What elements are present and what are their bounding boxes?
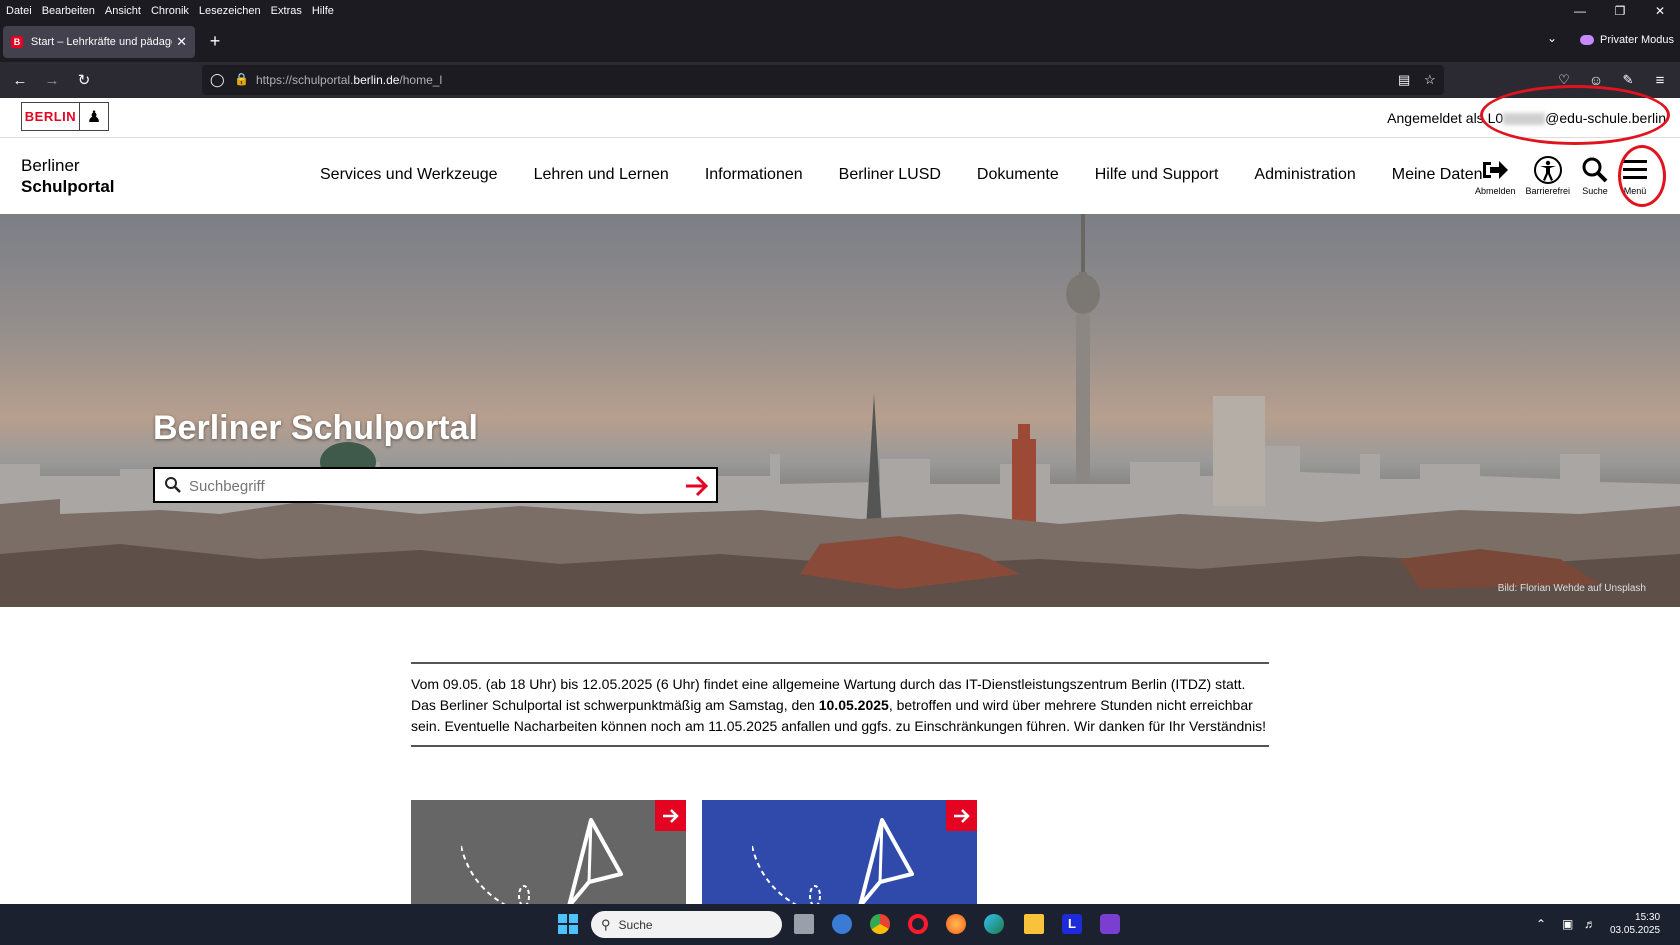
menu-bearbeiten[interactable]: Bearbeiten xyxy=(42,5,95,17)
search-button[interactable]: Suche xyxy=(1580,156,1610,196)
close-window-icon[interactable]: ✕ xyxy=(1640,0,1680,22)
edge-icon[interactable] xyxy=(984,914,1004,934)
nav-services[interactable]: Services und Werkzeuge xyxy=(320,166,498,184)
site-title-line1: Berliner xyxy=(21,156,80,175)
reader-view-icon[interactable]: ▤ xyxy=(1398,72,1410,88)
bookmark-star-icon[interactable]: ☆ xyxy=(1424,72,1436,88)
url-bar[interactable]: ◯ 🔒 https://schulportal.berlin.de/home_l… xyxy=(202,65,1444,95)
tray-chevron-icon[interactable]: ⌃ xyxy=(1536,917,1546,931)
hamburger-browser-icon[interactable]: ≡ xyxy=(1648,68,1672,92)
search-icon xyxy=(1582,157,1608,183)
url-text[interactable]: https://schulportal.berlin.de/home_l xyxy=(256,73,442,87)
berlin-logo[interactable]: BERLIN ♟ xyxy=(21,102,109,131)
lusd-app-icon[interactable]: L xyxy=(1062,914,1082,934)
reload-icon[interactable]: ↻ xyxy=(72,68,96,92)
accessibility-button[interactable]: Barrierefrei xyxy=(1525,156,1571,196)
paper-plane-icon xyxy=(752,818,914,904)
tab-close-icon[interactable]: ✕ xyxy=(176,34,187,50)
restore-icon[interactable]: ❐ xyxy=(1600,0,1640,22)
back-icon[interactable]: ← xyxy=(8,68,32,92)
site-title[interactable]: Berliner Schulportal xyxy=(21,155,115,197)
private-mode-indicator: Privater Modus xyxy=(1580,34,1674,46)
teaser-card-2[interactable] xyxy=(702,800,977,904)
opera-icon[interactable] xyxy=(908,914,928,934)
taskbar-search-label: Suche xyxy=(618,917,653,932)
browser-menubar: Datei Bearbeiten Ansicht Chronik Lesezei… xyxy=(0,0,1680,22)
nav-dokumente[interactable]: Dokumente xyxy=(977,166,1059,184)
nav-administration[interactable]: Administration xyxy=(1254,166,1355,184)
menu-extras[interactable]: Extras xyxy=(271,5,302,17)
search-submit-arrow-icon[interactable] xyxy=(684,474,710,498)
private-mask-icon xyxy=(1580,35,1594,45)
menu-datei[interactable]: Datei xyxy=(6,5,32,17)
tab-list-chevron-icon[interactable]: ⌄ xyxy=(1547,31,1557,45)
window-controls: — ❐ ✕ xyxy=(1560,0,1680,22)
accessibility-label: Barrierefrei xyxy=(1525,186,1571,196)
teaser-card-1[interactable] xyxy=(411,800,686,904)
site-header: Berliner Schulportal Services und Werkze… xyxy=(0,138,1680,214)
nav-meine-daten[interactable]: Meine Daten xyxy=(1392,166,1483,184)
annotation-circle-user xyxy=(1480,85,1670,145)
tab-title: Start – Lehrkräfte und pädagog xyxy=(30,36,173,48)
network-icon[interactable]: ▣ xyxy=(1562,917,1573,931)
chrome-icon[interactable] xyxy=(870,914,890,934)
berlin-bear-icon: ♟ xyxy=(86,108,102,126)
hero-title: Berliner Schulportal xyxy=(153,409,478,447)
taskbar-search[interactable]: ⚲ Suche xyxy=(591,911,782,938)
menu-ansicht[interactable]: Ansicht xyxy=(105,5,141,17)
taskbar-search-icon: ⚲ xyxy=(601,916,611,932)
firefox-private-icon[interactable] xyxy=(1100,914,1120,934)
firefox-icon[interactable] xyxy=(946,914,966,934)
forward-icon[interactable]: → xyxy=(40,68,64,92)
maintenance-notice: Vom 09.05. (ab 18 Uhr) bis 12.05.2025 (6… xyxy=(411,662,1269,747)
site-title-line2: Schulportal xyxy=(21,177,115,196)
logout-button[interactable]: Abmelden xyxy=(1475,156,1516,196)
annotation-circle-menu xyxy=(1618,145,1666,207)
accessibility-icon xyxy=(1533,156,1562,184)
notice-date-bold: 10.05.2025 xyxy=(818,697,889,713)
new-tab-icon[interactable]: + xyxy=(204,30,226,52)
logged-in-prefix: Angemeldet als xyxy=(1387,110,1484,126)
nav-lehren-lernen[interactable]: Lehren und Lernen xyxy=(534,166,669,184)
menu-lesezeichen[interactable]: Lesezeichen xyxy=(199,5,261,17)
search-input-icon xyxy=(165,477,181,493)
berlin-logo-text: BERLIN xyxy=(22,103,80,130)
logout-icon xyxy=(1483,161,1509,179)
tab-active[interactable]: B Start – Lehrkräfte und pädagog ✕ xyxy=(3,26,195,58)
clock-date: 03.05.2025 xyxy=(1610,925,1661,936)
paper-plane-icon xyxy=(461,818,623,904)
nav-berliner-lusd[interactable]: Berliner LUSD xyxy=(839,166,941,184)
nav-hilfe-support[interactable]: Hilfe und Support xyxy=(1095,166,1219,184)
volume-icon[interactable]: ♬ xyxy=(1584,917,1596,931)
hero-search-box xyxy=(153,467,718,503)
windows-taskbar: ⚲ Suche L ⌃ ▣ ♬ 15:30 03.05.2025 xyxy=(0,904,1680,945)
logout-label: Abmelden xyxy=(1475,186,1516,196)
minimize-icon[interactable]: — xyxy=(1560,0,1600,22)
berlin-favicon-icon: B xyxy=(11,36,23,48)
windows-start-icon[interactable] xyxy=(558,914,578,934)
menu-hilfe[interactable]: Hilfe xyxy=(312,5,334,17)
lock-icon[interactable]: 🔒 xyxy=(234,72,249,86)
task-view-icon[interactable] xyxy=(794,914,814,934)
tab-bar: B Start – Lehrkräfte und pädagog ✕ + ⌄ P… xyxy=(0,22,1680,62)
tracking-shield-icon[interactable]: ◯ xyxy=(210,72,225,88)
nav-informationen[interactable]: Informationen xyxy=(705,166,803,184)
main-navigation: Services und Werkzeuge Lehren und Lernen… xyxy=(302,166,1500,184)
private-mode-label: Privater Modus xyxy=(1600,34,1674,46)
page-top-bar: BERLIN ♟ Angemeldet als L0 @edu-schule.be… xyxy=(0,98,1680,138)
hero-banner: Berliner Schulportal Bild: Florian Wehde… xyxy=(0,214,1680,607)
file-explorer-icon[interactable] xyxy=(1024,914,1044,934)
taskbar-clock[interactable]: 15:30 03.05.2025 xyxy=(1610,911,1660,937)
menu-chronik[interactable]: Chronik xyxy=(151,5,189,17)
hero-search-input[interactable] xyxy=(189,475,669,497)
card-1-arrow-icon[interactable] xyxy=(655,800,686,831)
chromium-icon[interactable] xyxy=(832,914,852,934)
card-2-arrow-icon[interactable] xyxy=(946,800,977,831)
search-label: Suche xyxy=(1582,186,1608,196)
clock-time: 15:30 xyxy=(1635,912,1661,923)
browser-navbar: ← → ↻ ◯ 🔒 https://schulportal.berlin.de/… xyxy=(0,62,1680,98)
photo-credit: Bild: Florian Wehde auf Unsplash xyxy=(1497,583,1646,594)
